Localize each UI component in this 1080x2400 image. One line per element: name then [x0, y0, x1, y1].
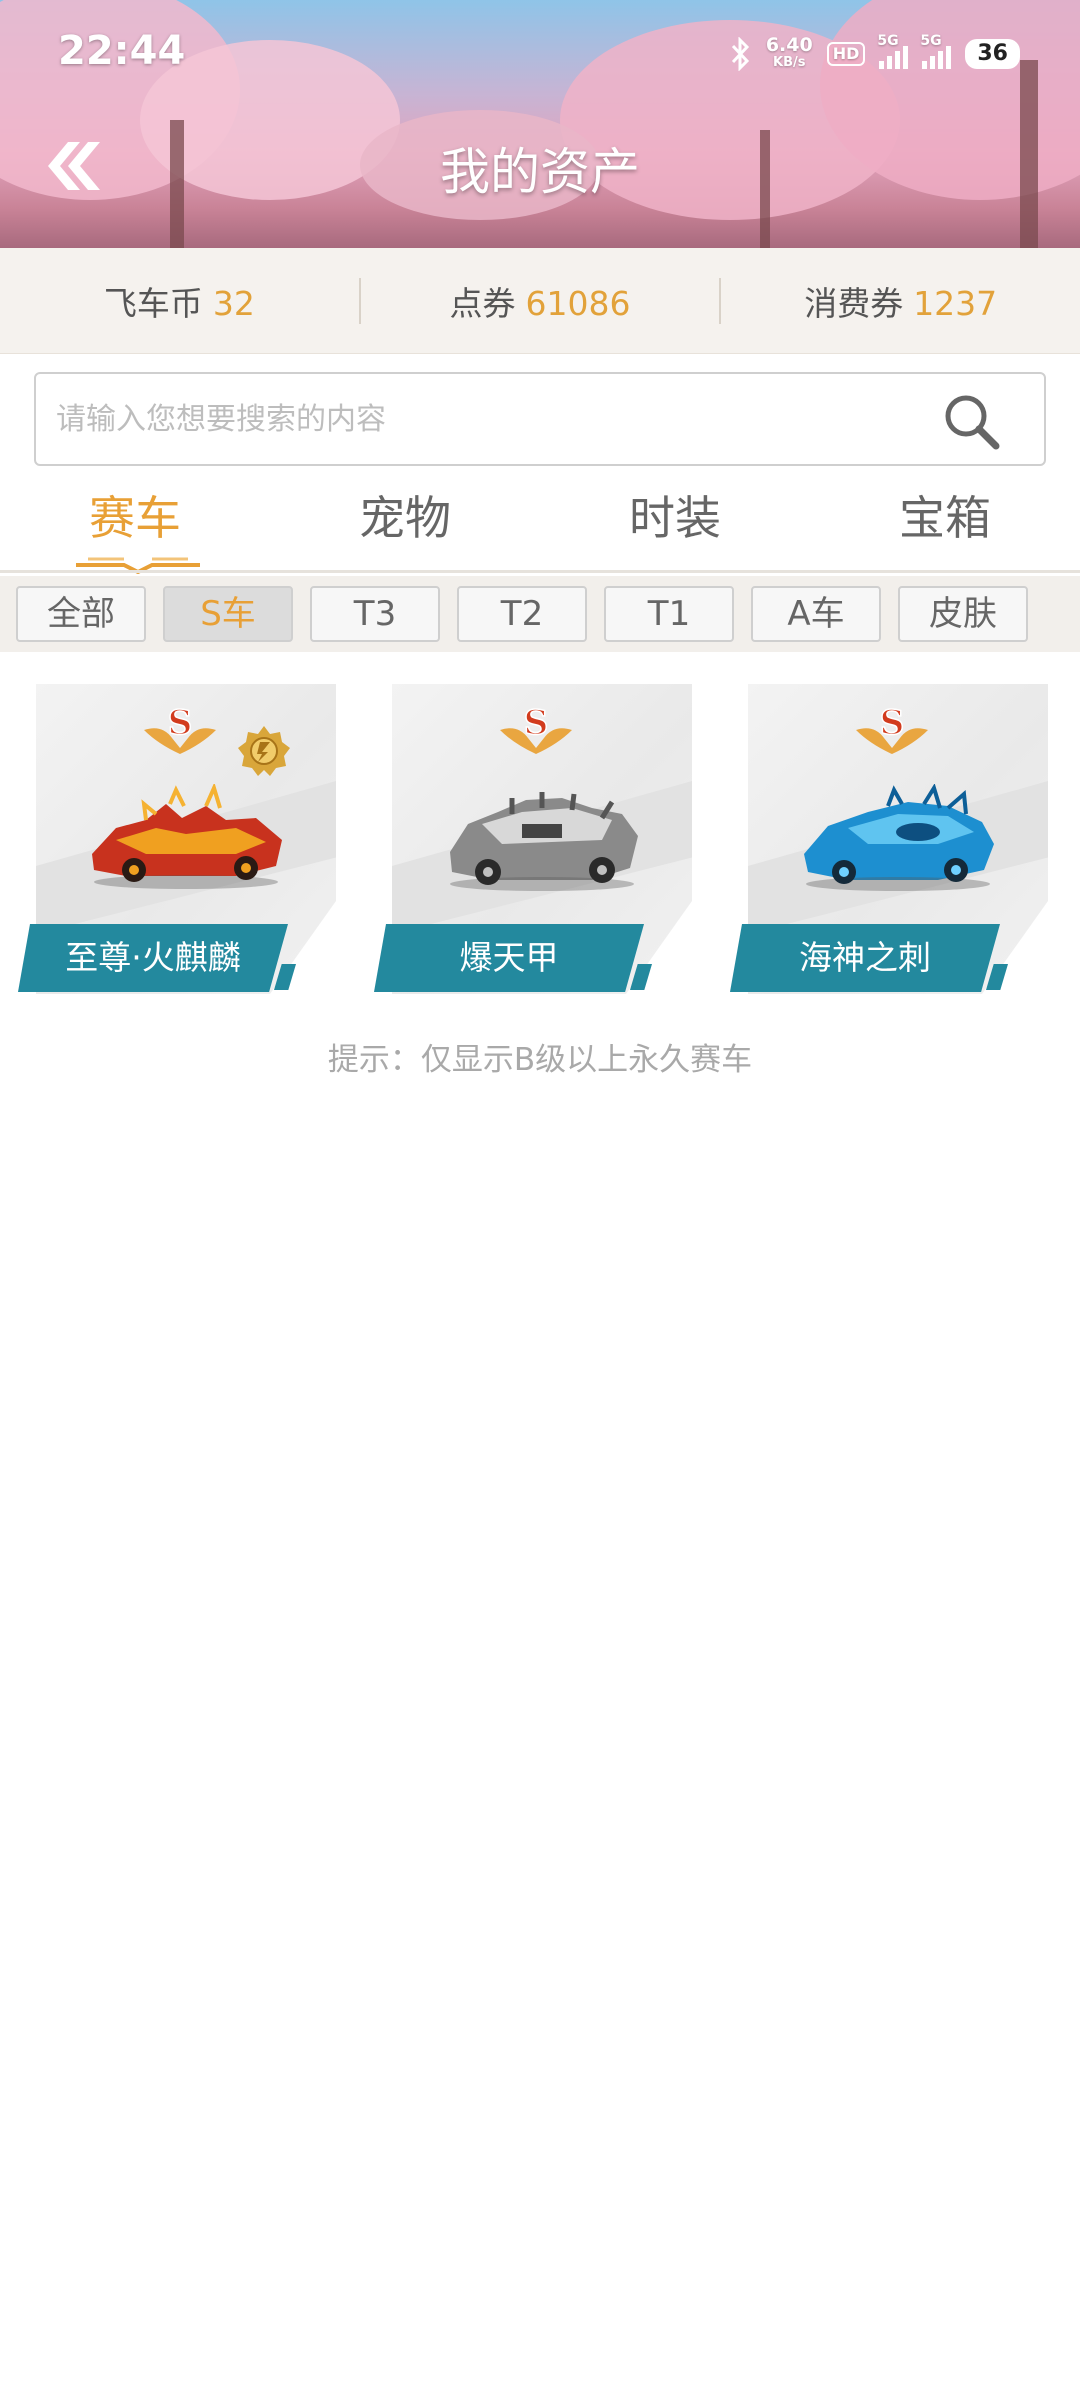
bluetooth-icon — [731, 37, 749, 71]
tab-pet[interactable]: 宠物 — [270, 486, 540, 570]
car-image-baotianjia — [450, 792, 638, 891]
s-rank-badge-icon: S — [144, 702, 216, 754]
filter-t1[interactable]: T1 — [604, 586, 734, 642]
currency-label: 点券 — [449, 283, 516, 323]
status-icons: 6.40 KB/s HD 5G 5G 36 — [730, 33, 1020, 74]
filter-bar: 全部 S车 T3 T2 T1 A车 皮肤 — [0, 576, 1080, 652]
currency-label: 飞车币 — [103, 283, 203, 323]
tab-label: 宠物 — [359, 491, 451, 545]
search-input[interactable] — [56, 374, 916, 464]
search-box — [34, 372, 1046, 466]
page-title: 我的资产 — [440, 143, 640, 201]
signal-label: 5G — [877, 33, 899, 49]
tab-label: 时装 — [629, 491, 721, 545]
filter-t2[interactable]: T2 — [457, 586, 587, 642]
currency-xiaofeiquan: 消费券 1237 — [721, 277, 1080, 325]
currency-bar: 飞车币 32 点券 61086 消费券 1237 — [0, 248, 1080, 354]
car-image-fire-qilin — [92, 784, 282, 889]
filter-t3[interactable]: T3 — [310, 586, 440, 642]
s-rank-badge-icon: S — [856, 702, 928, 754]
svg-text:S: S — [880, 703, 905, 743]
car-card[interactable]: S 至尊·火麒麟 — [18, 684, 336, 994]
category-tabs: 赛车 宠物 时装 宝箱 — [0, 486, 1080, 574]
filter-all[interactable]: 全部 — [16, 586, 146, 642]
currency-value: 61086 — [525, 283, 631, 323]
honor-medal-icon — [238, 726, 290, 776]
car-name: 爆天甲 — [459, 938, 559, 977]
car-image-poseidon-thorn — [804, 784, 994, 891]
currency-value: 1237 — [913, 283, 998, 323]
tab-fashion[interactable]: 时装 — [540, 486, 810, 570]
currency-value: 32 — [212, 283, 255, 323]
car-card[interactable]: S 爆天甲 — [374, 684, 692, 994]
signal-icon: 5G — [877, 33, 909, 69]
filter-s-car[interactable]: S车 — [163, 586, 293, 642]
svg-text:S: S — [524, 703, 549, 743]
status-bar: 22:44 6.40 KB/s HD 5G 5G 36 — [0, 0, 1080, 100]
hint-text: 提示：仅显示B级以上永久赛车 — [327, 1042, 753, 1078]
filter-skin[interactable]: 皮肤 — [898, 586, 1028, 642]
tab-label: 宝箱 — [899, 491, 991, 545]
battery-icon: 36 — [965, 39, 1020, 69]
currency-label: 消费券 — [804, 283, 904, 323]
tab-chest[interactable]: 宝箱 — [810, 486, 1080, 570]
network-speed-value: 6.40 — [765, 34, 813, 56]
header-banner: 22:44 6.40 KB/s HD 5G 5G 36 我的资产 — [0, 0, 1080, 248]
car-card[interactable]: S 海神之刺 — [730, 684, 1048, 994]
tab-label: 赛车 — [89, 491, 181, 545]
network-speed-unit: KB/s — [773, 55, 806, 70]
s-rank-badge-icon: S — [500, 702, 572, 754]
car-name: 海神之刺 — [799, 938, 931, 977]
filter-a-car[interactable]: A车 — [751, 586, 881, 642]
signal-label: 5G — [920, 33, 942, 49]
network-speed: 6.40 KB/s — [766, 36, 813, 72]
search-icon[interactable] — [942, 392, 1000, 450]
hd-voice-icon: HD — [826, 42, 866, 66]
svg-text:S: S — [168, 703, 193, 743]
currency-dianquan: 点券 61086 — [361, 277, 720, 325]
car-name: 至尊·火麒麟 — [65, 938, 241, 977]
currency-feichebi: 飞车币 32 — [0, 277, 359, 325]
signal-icon: 5G — [920, 33, 952, 69]
tab-racecar[interactable]: 赛车 — [0, 486, 270, 574]
tabs-divider — [0, 570, 1080, 573]
status-time: 22:44 — [58, 28, 186, 74]
